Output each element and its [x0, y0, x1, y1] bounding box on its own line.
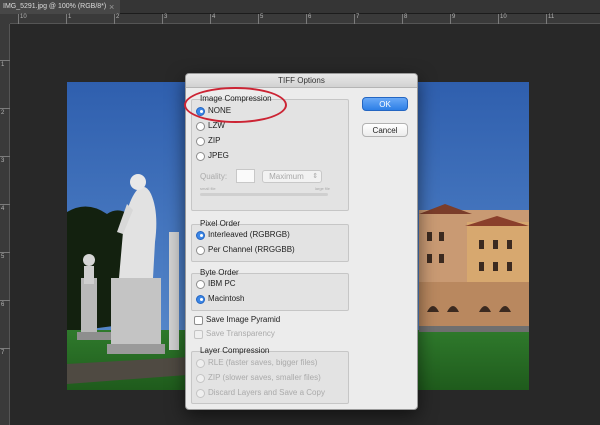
ruler-tick: [66, 14, 67, 24]
ruler-horizontal[interactable]: 10 1 2 3 4 5 6 7 8 9 10 11: [10, 14, 600, 24]
ruler-vertical[interactable]: 1 2 3 4 5 6 7: [0, 24, 10, 425]
radio-checked-icon[interactable]: [196, 294, 205, 304]
layer-compression-discard-label: Discard Layers and Save a Copy: [208, 388, 325, 397]
document-tab[interactable]: IMG_5291.jpg @ 100% (RGB/8*): [0, 0, 121, 14]
ruler-tick: [0, 300, 10, 301]
ruler-number: 10: [20, 14, 27, 20]
ruler-number: 5: [260, 14, 264, 20]
annotation-oval: [184, 87, 287, 123]
ruler-number: 7: [356, 14, 360, 20]
close-icon[interactable]: ×: [109, 1, 114, 13]
ruler-number: 4: [1, 206, 5, 212]
photoshop-workspace: IMG_5291.jpg @ 100% (RGB/8*) × 10 1 2 3 4 5 6 7…: [0, 0, 600, 425]
ruler-number: 4: [212, 14, 216, 20]
radio-icon: [196, 388, 205, 398]
ruler-tick: [546, 14, 547, 24]
quality-select-value: Maximum: [269, 171, 304, 181]
byte-order-mac-label: Macintosh: [208, 294, 245, 303]
checkbox-icon: [194, 329, 203, 339]
radio-icon[interactable]: [196, 245, 205, 255]
tiff-options-dialog: TIFF Options Image Compression NONE LZW …: [185, 73, 418, 410]
pixel-order-interleaved-option[interactable]: Interleaved (RGBRGB): [196, 229, 290, 241]
layer-compression-zip-option: ZIP (slower saves, smaller files): [196, 372, 321, 384]
radio-icon: [196, 358, 205, 368]
ruler-number: 3: [1, 158, 5, 164]
dialog-title: TIFF Options: [186, 74, 417, 88]
slider-right-label: large file: [314, 186, 330, 191]
ruler-number: 6: [1, 302, 5, 308]
ruler-tick: [306, 14, 307, 24]
radio-checked-icon[interactable]: [196, 230, 205, 240]
byte-order-title: Byte Order: [200, 268, 239, 277]
checkbox-icon[interactable]: [194, 315, 203, 325]
ruler-tick: [0, 108, 10, 109]
ruler-tick: [498, 14, 499, 24]
ruler-tick: [354, 14, 355, 24]
quality-slider-labels: small file large file: [200, 186, 330, 192]
layer-compression-rle-option: RLE (faster saves, bigger files): [196, 357, 317, 369]
ruler-tick: [0, 348, 10, 349]
compression-jpeg-option[interactable]: JPEG: [196, 150, 229, 162]
ruler-tick: [18, 14, 19, 24]
ruler-number: 10: [500, 14, 507, 20]
ruler-tick: [258, 14, 259, 24]
ruler-tick: [162, 14, 163, 24]
ruler-number: 9: [452, 14, 456, 20]
layer-compression-title: Layer Compression: [200, 346, 270, 355]
ruler-number: 1: [1, 62, 5, 68]
ok-button[interactable]: OK: [362, 97, 408, 111]
ruler-number: 2: [1, 110, 5, 116]
pixel-order-title: Pixel Order: [200, 219, 241, 228]
ruler-tick: [450, 14, 451, 24]
save-transparency-label: Save Transparency: [206, 329, 275, 338]
ruler-number: 11: [548, 14, 555, 20]
layer-compression-zip-label: ZIP (slower saves, smaller files): [208, 373, 321, 382]
quality-select: Maximum ⇕: [262, 169, 323, 183]
ruler-number: 8: [404, 14, 408, 20]
compression-lzw-label: LZW: [208, 121, 225, 130]
ruler-tick: [0, 252, 10, 253]
radio-icon[interactable]: [196, 151, 205, 161]
compression-jpeg-label: JPEG: [208, 151, 229, 160]
ruler-tick: [402, 14, 403, 24]
pixel-order-per-channel-option[interactable]: Per Channel (RRGGBB): [196, 244, 295, 256]
quality-input: [236, 169, 256, 183]
cancel-button[interactable]: Cancel: [362, 123, 408, 137]
ruler-tick: [0, 156, 10, 157]
compression-zip-option[interactable]: ZIP: [196, 135, 220, 147]
radio-icon[interactable]: [196, 279, 205, 289]
save-transparency-option: Save Transparency: [194, 328, 275, 340]
document-tab-label: IMG_5291.jpg @ 100% (RGB/8*): [3, 3, 107, 10]
radio-icon[interactable]: [196, 136, 205, 146]
ruler-tick: [114, 14, 115, 24]
layer-compression-rle-label: RLE (faster saves, bigger files): [208, 358, 318, 367]
radio-icon[interactable]: [196, 121, 205, 131]
quality-slider: [200, 193, 328, 196]
save-image-pyramid-option[interactable]: Save Image Pyramid: [194, 314, 280, 326]
chevron-updown-icon: ⇕: [312, 172, 319, 180]
document-tab-bar: IMG_5291.jpg @ 100% (RGB/8*) ×: [0, 0, 600, 14]
ruler-number: 5: [1, 254, 5, 260]
compression-zip-label: ZIP: [208, 136, 221, 145]
ruler-number: 2: [116, 14, 120, 20]
radio-icon: [196, 373, 205, 383]
layer-compression-discard-option: Discard Layers and Save a Copy: [196, 387, 325, 399]
quality-row: Quality: Maximum ⇕: [200, 169, 323, 183]
ruler-tick: [210, 14, 211, 24]
ruler-number: 3: [164, 14, 168, 20]
ruler-tick: [0, 60, 10, 61]
ruler-tick: [0, 204, 10, 205]
save-image-pyramid-label: Save Image Pyramid: [206, 315, 281, 324]
byte-order-ibm-label: IBM PC: [208, 279, 236, 288]
ruler-corner: [0, 14, 10, 24]
ruler-number: 7: [1, 350, 5, 356]
ruler-number: 6: [308, 14, 312, 20]
slider-left-label: small file: [200, 186, 216, 191]
quality-label: Quality:: [200, 171, 228, 181]
ruler-number: 1: [68, 14, 72, 20]
pixel-order-interleaved-label: Interleaved (RGBRGB): [208, 230, 290, 239]
byte-order-mac-option[interactable]: Macintosh: [196, 293, 244, 305]
byte-order-ibm-option[interactable]: IBM PC: [196, 278, 236, 290]
pixel-order-per-channel-label: Per Channel (RRGGBB): [208, 245, 295, 254]
